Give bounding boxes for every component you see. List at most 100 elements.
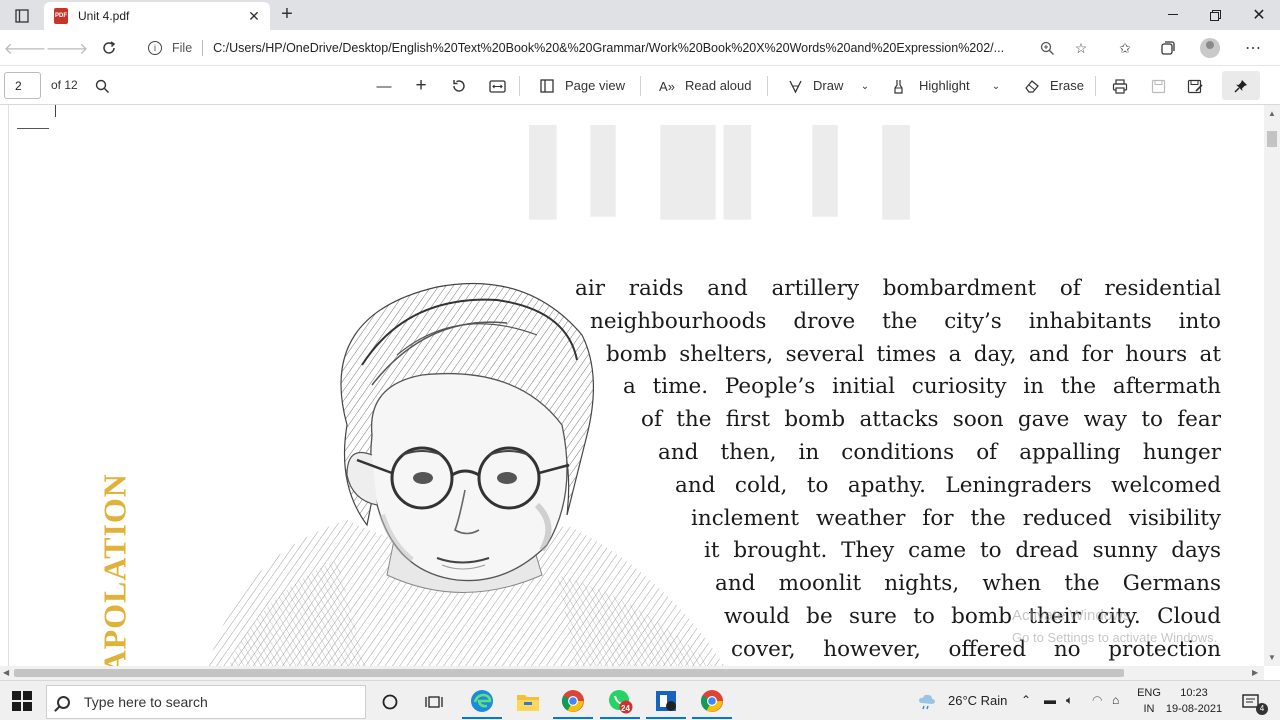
scroll-right-arrow-icon[interactable]: ▶ (1252, 668, 1258, 677)
pdf-viewport[interactable]: ▌▍█▌ ▍▌ ▐▌ APOLATION (0, 105, 1264, 666)
volume-icon[interactable]: 🔈︎ (1066, 693, 1073, 708)
horizontal-scroll-thumb[interactable] (14, 669, 1124, 677)
taskbar-search-box[interactable]: Type here to search (46, 685, 366, 719)
draw-button[interactable]: Draw (813, 78, 843, 93)
highlight-icon[interactable] (889, 75, 911, 97)
vertical-scrollbar[interactable]: ▲ ▼ (1264, 105, 1280, 666)
close-window-button[interactable]: ✕ (1236, 0, 1280, 30)
chrome-app-icon-2[interactable] (692, 685, 732, 719)
watermark-title: Activate Windows (1012, 607, 1131, 624)
site-info-icon[interactable]: i (148, 41, 162, 55)
search-placeholder: Type here to search (84, 694, 208, 710)
windows-start-icon[interactable] (12, 691, 32, 711)
clock-time: 10:23 (1180, 687, 1208, 699)
toolbar-divider (519, 76, 520, 96)
scroll-up-arrow-icon[interactable]: ▲ (1268, 109, 1276, 118)
toolbar-divider (767, 76, 768, 96)
tab-title: Unit 4.pdf (78, 9, 130, 23)
more-options-icon[interactable]: ⋯ (1242, 38, 1264, 58)
paragraph-line: and moonlit nights, when the Germans (715, 571, 1221, 597)
chrome-app-icon[interactable] (553, 685, 593, 719)
profile-avatar[interactable] (1200, 38, 1220, 58)
task-view-icon[interactable] (414, 685, 454, 719)
zoom-out-icon[interactable]: — (373, 75, 395, 97)
rotate-icon[interactable] (448, 75, 470, 97)
whatsapp-app-icon[interactable]: 24 (600, 685, 640, 719)
network-icon[interactable]: ⌂ (1112, 693, 1119, 707)
zoom-icon[interactable] (1036, 38, 1058, 58)
cortana-icon[interactable] (370, 685, 410, 719)
taskbar-clock[interactable]: 10:23 19-08-2021 (1164, 685, 1224, 717)
pdf-page: ▌▍█▌ ▍▌ ▐▌ APOLATION (8, 105, 1264, 666)
scroll-left-arrow-icon[interactable]: ◀ (3, 668, 9, 677)
toolbar-divider (1095, 76, 1096, 96)
horizontal-scrollbar[interactable]: ◀ ▶ (0, 666, 1264, 680)
tab-unit4-pdf[interactable]: PDF Unit 4.pdf ✕ (44, 2, 270, 30)
page-view-icon[interactable] (536, 75, 558, 97)
clock-date: 19-08-2021 (1165, 703, 1223, 715)
outlook-app-icon[interactable] (646, 685, 686, 719)
input-language-indicator[interactable]: ENG IN (1134, 685, 1164, 717)
language-code: ENG (1137, 687, 1161, 699)
page-view-button[interactable]: Page view (565, 78, 625, 93)
read-aloud-icon[interactable]: A» (656, 75, 678, 97)
pdf-file-icon: PDF (54, 8, 68, 24)
eraser-icon[interactable] (1021, 75, 1043, 97)
pin-toolbar-icon[interactable] (1222, 71, 1260, 100)
file-explorer-icon[interactable] (508, 685, 548, 719)
highlight-button[interactable]: Highlight (919, 78, 970, 93)
region-code: IN (1143, 703, 1155, 715)
url-field[interactable]: i File C:/Users/HP/OneDrive/Desktop/Engl… (136, 34, 1096, 62)
new-tab-button[interactable]: + (276, 4, 298, 26)
draw-icon[interactable] (784, 75, 806, 97)
favorites-icon[interactable]: ✩ (1114, 38, 1136, 58)
edge-app-icon[interactable] (462, 685, 502, 719)
weather-text[interactable]: 26°C Rain (948, 693, 1007, 708)
minimize-button[interactable] (1150, 0, 1196, 30)
url-text[interactable]: C:/Users/HP/OneDrive/Desktop/English%20T… (213, 41, 1023, 55)
text-cursor (55, 105, 56, 117)
restore-button[interactable] (1192, 0, 1238, 30)
tab-strip: PDF Unit 4.pdf ✕ + ✕ (0, 0, 1280, 30)
draw-dropdown-chevron-icon[interactable]: ⌄ (854, 75, 876, 97)
save-icon[interactable] (1147, 75, 1169, 97)
activate-windows-watermark: Activate Windows Go to Settings to activ… (1012, 605, 1217, 649)
save-as-icon[interactable] (1184, 75, 1206, 97)
paragraph-line: inclement weather for the reduced visibi… (691, 505, 1221, 531)
search-icon (57, 695, 70, 709)
page-rule (17, 128, 49, 129)
paragraph-line: neighbourhoods drove the city’s inhabita… (590, 308, 1221, 334)
sidebar-word-text: APOLATION (96, 473, 133, 666)
notifications-icon[interactable]: 4 (1234, 685, 1268, 719)
tab-actions-icon[interactable] (8, 5, 36, 27)
refresh-icon[interactable] (96, 36, 122, 60)
highlight-dropdown-chevron-icon[interactable]: ⌄ (985, 75, 1007, 97)
url-scheme-label: File (172, 41, 193, 55)
back-arrow-icon[interactable]: 🡐 (4, 36, 47, 60)
address-bar-row: 🡐 🡒 i File C:/Users/HP/OneDrive/Desktop/… (0, 30, 1280, 66)
notification-count-badge: 4 (1256, 703, 1268, 715)
read-aloud-button[interactable]: Read aloud (685, 78, 752, 93)
paragraph-line: and cold, to apathy. Leningraders welcom… (675, 472, 1221, 498)
weather-rain-icon[interactable] (912, 685, 942, 719)
vertical-scroll-thumb[interactable] (1267, 131, 1277, 147)
show-hidden-icons-chevron-icon[interactable]: ⌃ (1021, 693, 1031, 707)
print-icon[interactable] (1109, 75, 1131, 97)
paragraph-line: and then, in conditions of appalling hun… (658, 439, 1221, 465)
wifi-icon[interactable]: ◠ (1092, 693, 1102, 707)
page-number-input[interactable]: 2 (4, 72, 41, 99)
erase-button[interactable]: Erase (1050, 78, 1084, 93)
windows-taskbar: Type here to search 24 26°C Rain ⌃ ▬ 🔈︎ … (0, 680, 1280, 720)
watermark-subtitle: Go to Settings to activate Windows. (1012, 630, 1218, 645)
toolbar-divider (640, 76, 641, 96)
find-icon[interactable] (91, 75, 113, 97)
forward-arrow-icon[interactable]: 🡒 (46, 36, 89, 60)
zoom-in-icon[interactable]: + (410, 75, 432, 97)
battery-icon[interactable]: ▬ (1044, 693, 1056, 707)
paragraph-line: of the first bomb attacks soon gave way … (641, 407, 1221, 433)
close-tab-icon[interactable]: ✕ (244, 8, 264, 25)
scroll-down-arrow-icon[interactable]: ▼ (1268, 653, 1276, 662)
collections-icon[interactable] (1157, 38, 1179, 58)
add-favorite-icon[interactable]: ☆ (1070, 38, 1092, 58)
fit-to-page-icon[interactable] (486, 75, 508, 97)
